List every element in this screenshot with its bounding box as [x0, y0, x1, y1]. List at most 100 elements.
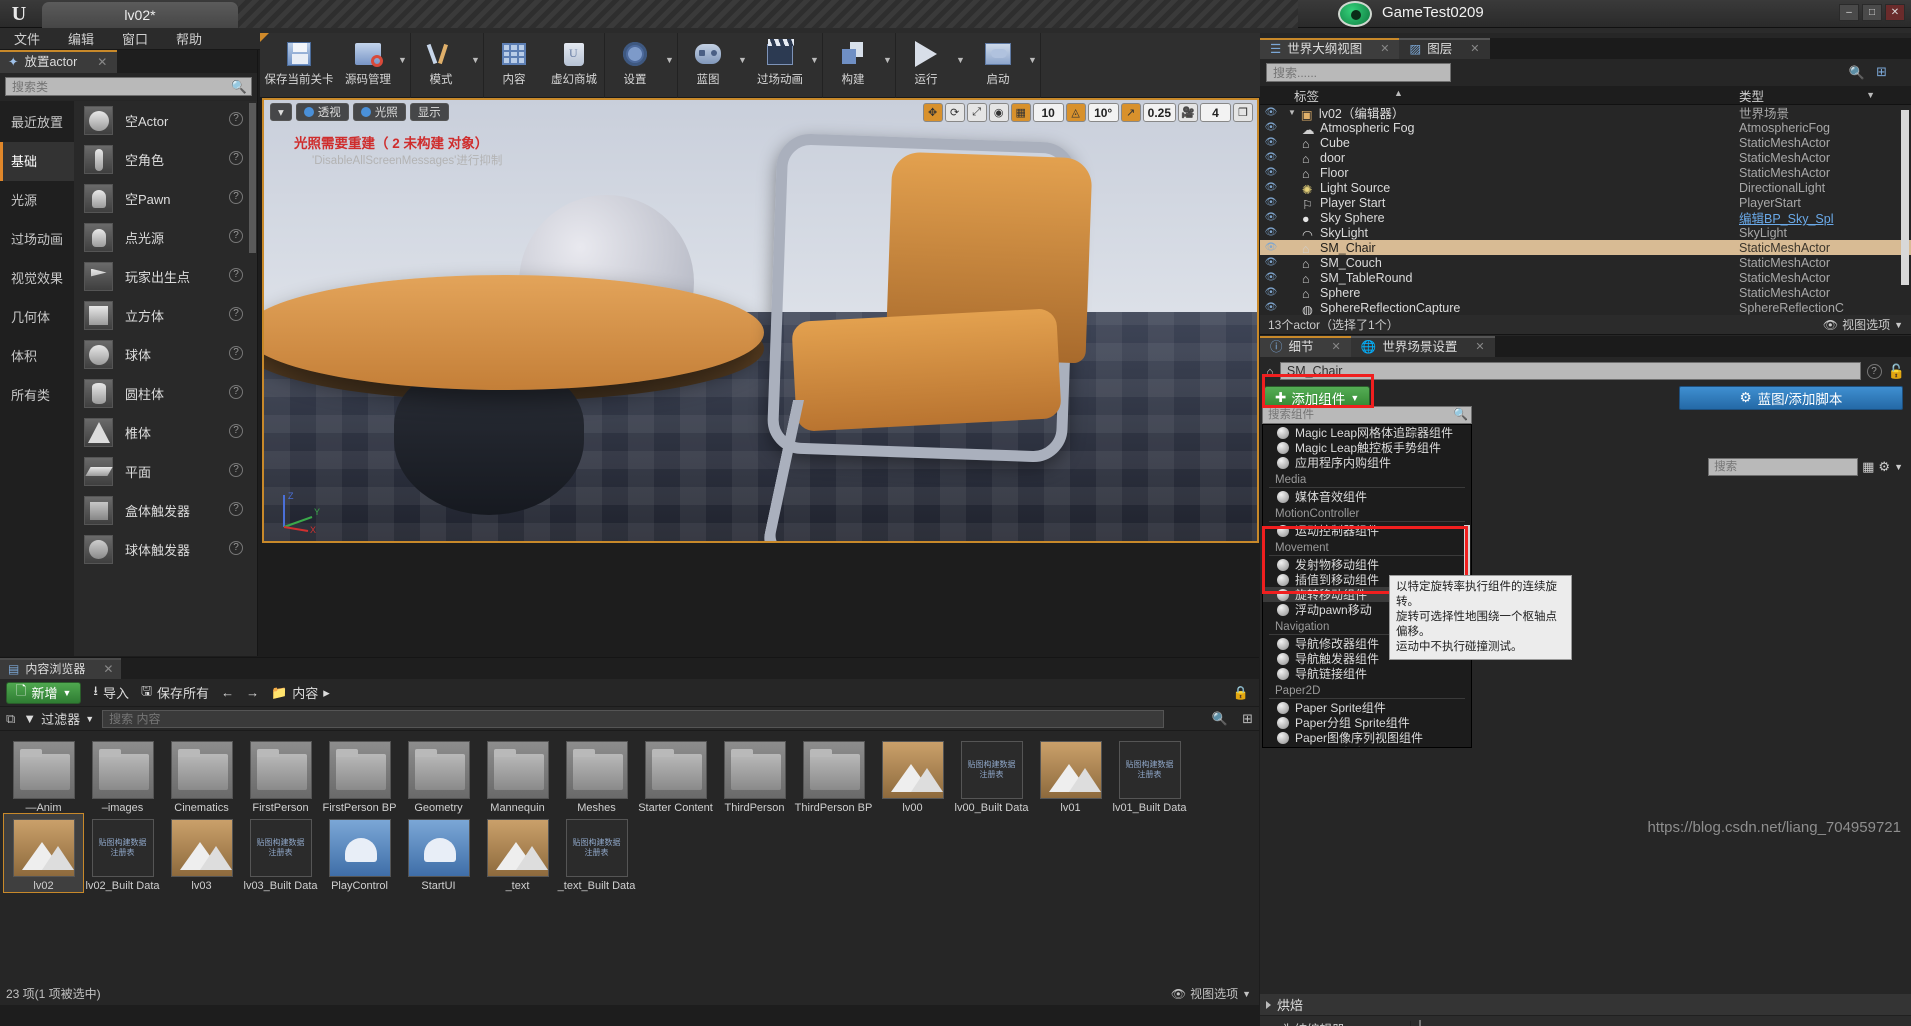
column-header-label[interactable]: 标签 ▲	[1284, 86, 1739, 105]
camera-speed-icon[interactable]: 🎥	[1178, 103, 1198, 122]
toolbar-button-cinematics[interactable]: 过场动画	[750, 33, 810, 87]
content-asset-5[interactable]: Geometry	[399, 736, 478, 814]
level-viewport[interactable]: ▾ 透视 光照 显示 ✥ ⟳ ⤢ ◉ ▦ 10 ◬ 10° ↗ 0.25 🎥 4…	[262, 98, 1259, 543]
outliner-row-3[interactable]: 👁 ⌂ door StaticMeshActor	[1260, 150, 1911, 165]
settings-icon[interactable]: ⚙	[1878, 459, 1890, 475]
visibility-eye-icon[interactable]: 👁	[1260, 227, 1282, 238]
place-asset-11[interactable]: 球体触发器?	[74, 530, 257, 569]
help-icon[interactable]: ?	[229, 151, 243, 165]
maximize-viewport-icon[interactable]: ❐	[1233, 103, 1253, 122]
place-category-3[interactable]: 过场动画	[0, 220, 74, 259]
help-icon[interactable]: ?	[229, 346, 243, 360]
minimize-button[interactable]: –	[1839, 4, 1859, 21]
content-asset-9[interactable]: ThirdPerson	[715, 736, 794, 814]
document-tab[interactable]: lv02*	[42, 2, 238, 28]
lock-icon[interactable]: 🔒	[1233, 685, 1259, 701]
place-asset-9[interactable]: 平面?	[74, 452, 257, 491]
place-asset-5[interactable]: 立方体?	[74, 296, 257, 335]
visibility-eye-icon[interactable]: 👁	[1260, 287, 1282, 298]
outliner-row-9[interactable]: 👁 ⌂ SM_Chair StaticMeshActor	[1260, 240, 1911, 255]
add-new-button[interactable]: 🗋 新增 ▼	[6, 681, 82, 704]
dropdown-item-2-0[interactable]: 运动控制器组件	[1263, 523, 1471, 538]
select-mode-icon[interactable]: ✥	[922, 103, 943, 122]
viewport-lit-button[interactable]: 光照	[352, 103, 406, 121]
outliner-row-1[interactable]: 👁 ☁ Atmospheric Fog AtmosphericFog	[1260, 120, 1911, 135]
save-all-button[interactable]: 🖫 保存所有	[141, 682, 209, 704]
toolbar-button-build[interactable]: 构建	[823, 33, 883, 87]
help-icon[interactable]: ?	[229, 268, 243, 282]
help-icon[interactable]: ?	[229, 190, 243, 204]
grid-snap-toggle[interactable]: ▦	[1010, 103, 1031, 122]
details-search-input[interactable]	[1708, 458, 1859, 476]
close-icon[interactable]: ✕	[1475, 337, 1484, 358]
close-icon[interactable]: ✕	[103, 659, 113, 680]
content-asset-12[interactable]: 贴图构建数据注册表 lv00_Built Data	[952, 736, 1031, 814]
visibility-eye-icon[interactable]: 👁	[1260, 302, 1282, 313]
import-button[interactable]: ⭳ 导入	[93, 682, 129, 704]
outliner-row-2[interactable]: 👁 ⌂ Cube StaticMeshActor	[1260, 135, 1911, 150]
visibility-eye-icon[interactable]: 👁	[1260, 167, 1282, 178]
tab-place-actors[interactable]: ✦ 放置actor ✕	[0, 50, 118, 73]
place-search-input[interactable]	[5, 77, 252, 96]
bake-section-header[interactable]: 烘焙	[1260, 994, 1911, 1016]
scale-mode-icon[interactable]: ⤢	[966, 103, 987, 122]
maximize-button[interactable]: □	[1862, 4, 1882, 21]
place-asset-3[interactable]: 点光源?	[74, 218, 257, 257]
visibility-eye-icon[interactable]: 👁	[1260, 212, 1282, 223]
sources-panel-icon[interactable]: ⧉	[6, 711, 15, 727]
dropdown-item-5-0[interactable]: Paper Sprite组件	[1263, 700, 1471, 715]
column-header-type[interactable]: 类型 ▼	[1739, 86, 1911, 105]
place-category-6[interactable]: 体积	[0, 337, 74, 376]
toolbar-button-settings[interactable]: 设置	[605, 33, 665, 87]
content-asset-15[interactable]: lv02	[3, 813, 84, 893]
chevron-down-icon[interactable]: ▼	[956, 33, 968, 65]
place-asset-10[interactable]: 盒体触发器?	[74, 491, 257, 530]
scale-snap-value[interactable]: 0.25	[1142, 103, 1176, 122]
tab-world-outliner[interactable]: ☰ 世界大纲视图 ✕	[1260, 38, 1400, 59]
help-icon[interactable]: ?	[229, 502, 243, 516]
component-search-input[interactable]	[1262, 406, 1472, 424]
place-asset-4[interactable]: 玩家出生点?	[74, 257, 257, 296]
dropdown-item-5-2[interactable]: Paper图像序列视图组件	[1263, 730, 1471, 745]
camera-speed-value[interactable]: 4	[1200, 103, 1231, 122]
help-icon[interactable]: ?	[229, 424, 243, 438]
place-category-0[interactable]: 最近放置	[0, 103, 74, 142]
rotate-mode-icon[interactable]: ⟳	[944, 103, 965, 122]
rotation-snap-value[interactable]: 10°	[1087, 103, 1119, 122]
scale-snap-toggle[interactable]: ↗	[1120, 103, 1141, 122]
blueprint-add-script-button[interactable]: ⚙ 蓝图/添加脚本	[1679, 386, 1903, 410]
help-icon[interactable]: ?	[1866, 363, 1882, 379]
view-options-icon[interactable]: ⊞	[1242, 711, 1253, 727]
toolbar-button-marketplace[interactable]: U 虚幻商城	[544, 33, 604, 87]
back-button[interactable]: ←	[221, 685, 234, 700]
visibility-eye-icon[interactable]: 👁	[1260, 257, 1282, 268]
help-icon[interactable]: ?	[229, 229, 243, 243]
editor-only-checkbox[interactable]	[1419, 1020, 1421, 1026]
forward-button[interactable]: →	[246, 685, 259, 700]
rotation-snap-toggle[interactable]: ◬	[1065, 103, 1086, 122]
toolbar-button-save[interactable]: 保存当前关卡	[260, 33, 338, 87]
filters-button[interactable]: ▼ 过滤器 ▼	[23, 709, 94, 728]
visibility-eye-icon[interactable]: 👁	[1260, 242, 1282, 253]
close-icon[interactable]: ✕	[1470, 39, 1479, 60]
content-browser-view-options[interactable]: 👁 视图选项 ▼	[1171, 985, 1251, 1002]
chevron-down-icon[interactable]: ▼	[471, 33, 483, 65]
dropdown-item-3-0[interactable]: 发射物移动组件	[1263, 557, 1471, 572]
content-asset-4[interactable]: FirstPerson BP	[320, 736, 399, 814]
dropdown-item-1-0[interactable]: 媒体音效组件	[1263, 489, 1471, 504]
visibility-eye-icon[interactable]: 👁	[1260, 182, 1282, 193]
outliner-row-5[interactable]: 👁 ✺ Light Source DirectionalLight	[1260, 180, 1911, 195]
chevron-down-icon[interactable]: ▼	[883, 33, 895, 65]
visibility-eye-icon[interactable]: 👁	[1260, 122, 1282, 133]
toolbar-button-blueprint[interactable]: 蓝图	[678, 33, 738, 87]
chevron-down-icon[interactable]: ▼	[738, 33, 750, 65]
content-asset-11[interactable]: lv00	[873, 736, 952, 814]
help-icon[interactable]: ?	[229, 112, 243, 126]
content-asset-1[interactable]: –images	[83, 736, 162, 814]
tab-world-settings[interactable]: 🌐 世界场景设置 ✕	[1350, 336, 1495, 358]
place-category-1[interactable]: 基础	[0, 142, 74, 181]
visibility-eye-icon[interactable]: 👁	[1260, 137, 1282, 148]
place-asset-8[interactable]: 椎体?	[74, 413, 257, 452]
place-asset-2[interactable]: 空Pawn?	[74, 179, 257, 218]
outliner-row-13[interactable]: 👁 ◍ SphereReflectionCapture SphereReflectio…	[1260, 300, 1911, 315]
